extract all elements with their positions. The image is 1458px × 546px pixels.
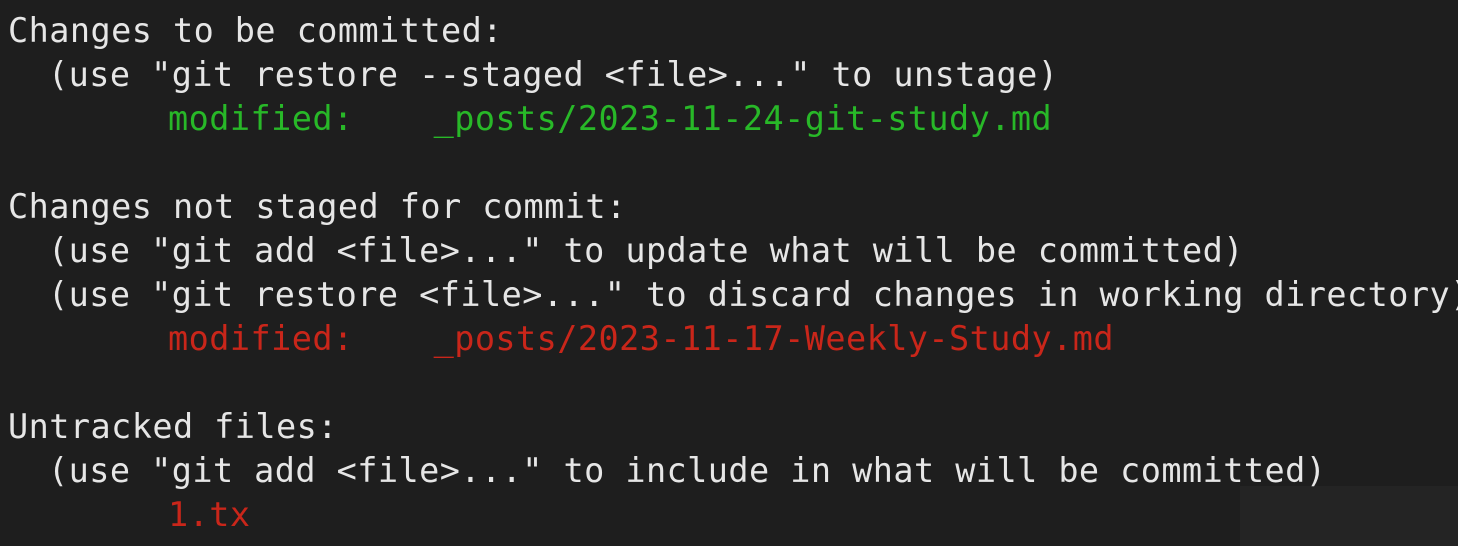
staged-file-path: _posts/2023-11-24-git-study.md <box>433 99 1053 138</box>
terminal-window[interactable]: Changes to be committed: (use "git resto… <box>0 0 1458 546</box>
background-window <box>1240 486 1458 546</box>
untracked-file: 1.tx <box>168 495 251 534</box>
unstaged-file-row: modified: _posts/2023-11-17-Weekly-Study.… <box>8 317 1114 361</box>
staged-file-status: modified: <box>168 99 354 138</box>
unstaged-heading: Changes not staged for commit: <box>8 187 627 226</box>
staged-file-row: modified: _posts/2023-11-24-git-study.md <box>8 97 1052 141</box>
staged-hint: (use "git restore --staged <file>..." to… <box>48 55 1059 94</box>
unstaged-file-status: modified: <box>168 319 354 358</box>
staged-heading: Changes to be committed: <box>8 11 503 50</box>
untracked-hint: (use "git add <file>..." to include in w… <box>48 451 1327 490</box>
unstaged-hint-add: (use "git add <file>..." to update what … <box>48 231 1244 270</box>
unstaged-hint-restore: (use "git restore <file>..." to discard … <box>48 275 1458 314</box>
untracked-heading: Untracked files: <box>8 407 338 446</box>
unstaged-file-path: _posts/2023-11-17-Weekly-Study.md <box>433 319 1114 358</box>
